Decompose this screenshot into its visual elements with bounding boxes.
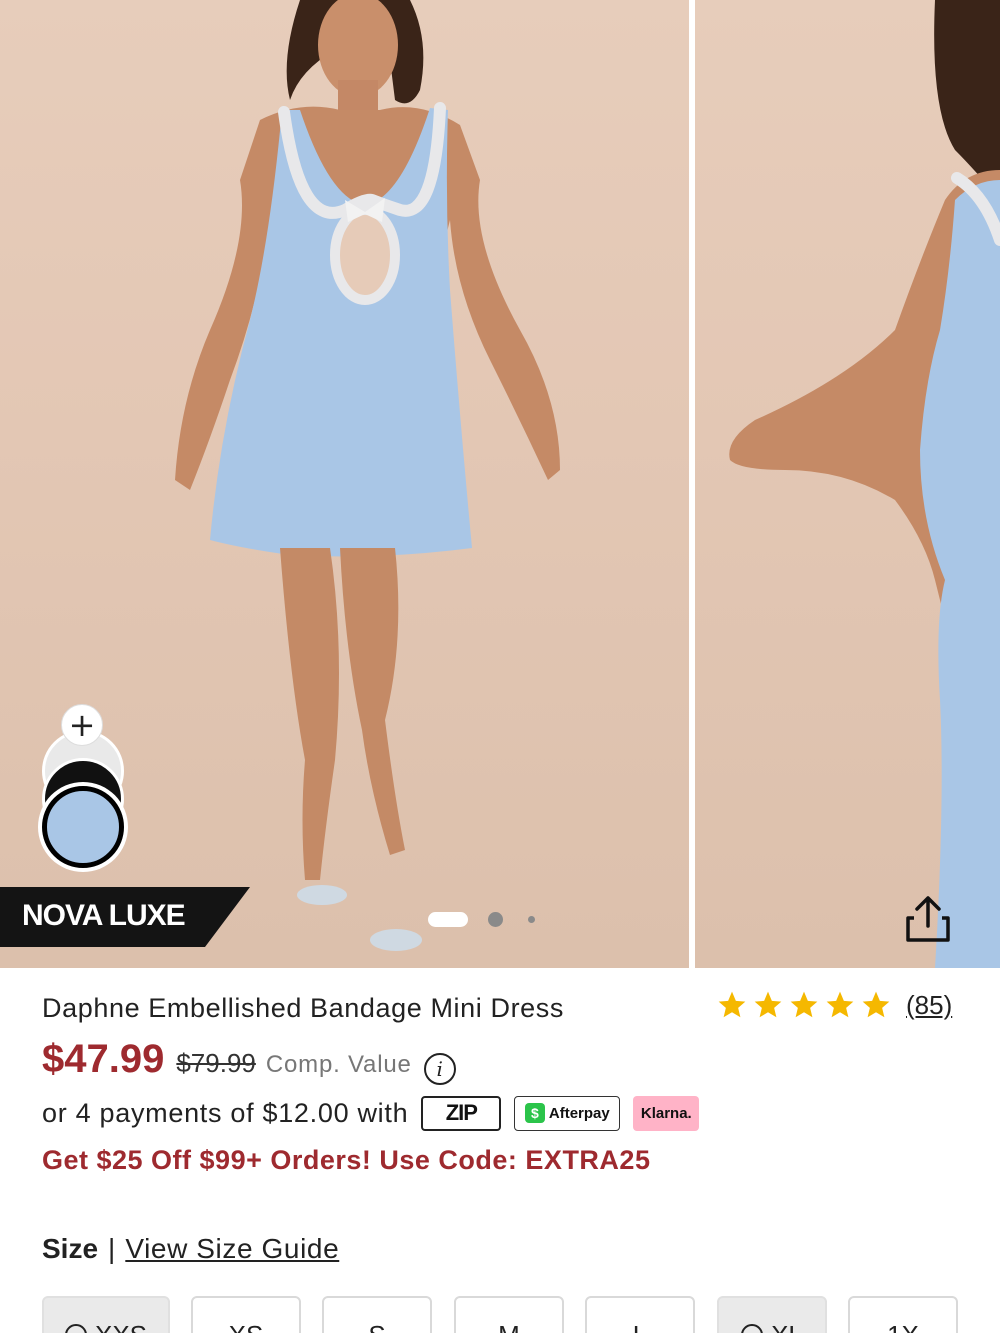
product-rating[interactable]: (85) — [716, 988, 952, 1022]
size-option-l[interactable]: L — [585, 1296, 695, 1333]
size-guide-link[interactable]: View Size Guide — [125, 1233, 339, 1265]
promo-banner: Get $25 Off $99+ Orders! Use Code: EXTRA… — [42, 1145, 651, 1175]
color-swatch-blue-selected[interactable] — [42, 786, 124, 868]
size-option-xxs[interactable]: XXS — [42, 1296, 170, 1333]
review-count-link[interactable]: (85) — [906, 990, 952, 1021]
size-option-1x[interactable]: 1X — [848, 1296, 958, 1333]
star-icon — [718, 991, 746, 1018]
size-option-label: XXS — [95, 1320, 147, 1333]
afterpay-label: Afterpay — [548, 1104, 610, 1122]
afterpay-logo[interactable]: $ Afterpay — [514, 1095, 621, 1131]
share-icon[interactable] — [900, 890, 956, 946]
size-option-label: 1X — [887, 1320, 919, 1333]
size-option-label: XL — [771, 1320, 803, 1333]
size-option-s[interactable]: S — [322, 1296, 432, 1333]
model-photo-side — [729, 0, 1000, 968]
pager-dot[interactable] — [488, 912, 503, 927]
price-row: $47.99 $79.99 Comp. Value i — [42, 1037, 456, 1085]
info-icon[interactable]: i — [423, 1053, 456, 1085]
pager-dot-active[interactable] — [428, 912, 468, 927]
add-swatch-plus-icon[interactable]: + — [61, 704, 103, 746]
star-icon — [826, 991, 854, 1018]
product-title: Daphne Embellished Bandage Mini Dress — [42, 993, 564, 1023]
klarna-logo[interactable]: Klarna. — [633, 1095, 700, 1131]
size-option-label: M — [498, 1320, 520, 1333]
size-header: Size | View Size Guide — [42, 1233, 339, 1265]
star-icon — [790, 991, 818, 1018]
size-option-label: S — [368, 1320, 385, 1333]
image-pager — [0, 912, 689, 928]
pager-dot-small[interactable] — [528, 916, 535, 923]
comp-value-label: Comp. Value — [265, 1051, 412, 1078]
low-stock-clock-icon — [741, 1324, 764, 1333]
afterpay-dollar-icon: $ — [524, 1103, 545, 1123]
star-icon — [754, 991, 782, 1018]
product-image-1[interactable]: + NOVA LUXE — [0, 0, 689, 968]
size-option-xl[interactable]: XL — [717, 1296, 827, 1333]
size-option-m[interactable]: M — [454, 1296, 564, 1333]
size-separator: | — [108, 1233, 116, 1264]
sale-price: $47.99 — [42, 1037, 165, 1081]
original-price: $79.99 — [176, 1048, 256, 1078]
size-option-label: XS — [229, 1320, 264, 1333]
product-image-2[interactable] — [695, 0, 1000, 968]
star-icon — [862, 991, 890, 1018]
star-rating — [716, 989, 892, 1021]
low-stock-clock-icon — [64, 1324, 87, 1333]
size-option-xs[interactable]: XS — [191, 1296, 301, 1333]
product-image-gallery[interactable]: + NOVA LUXE — [0, 0, 1000, 968]
size-label: Size — [42, 1233, 99, 1264]
size-option-label: L — [633, 1320, 647, 1333]
installment-payments: or 4 payments of $12.00 with ZIP $ After… — [42, 1093, 700, 1133]
installment-text: or 4 payments of $12.00 with — [42, 1097, 409, 1128]
zip-logo[interactable]: ZIP — [421, 1095, 502, 1131]
